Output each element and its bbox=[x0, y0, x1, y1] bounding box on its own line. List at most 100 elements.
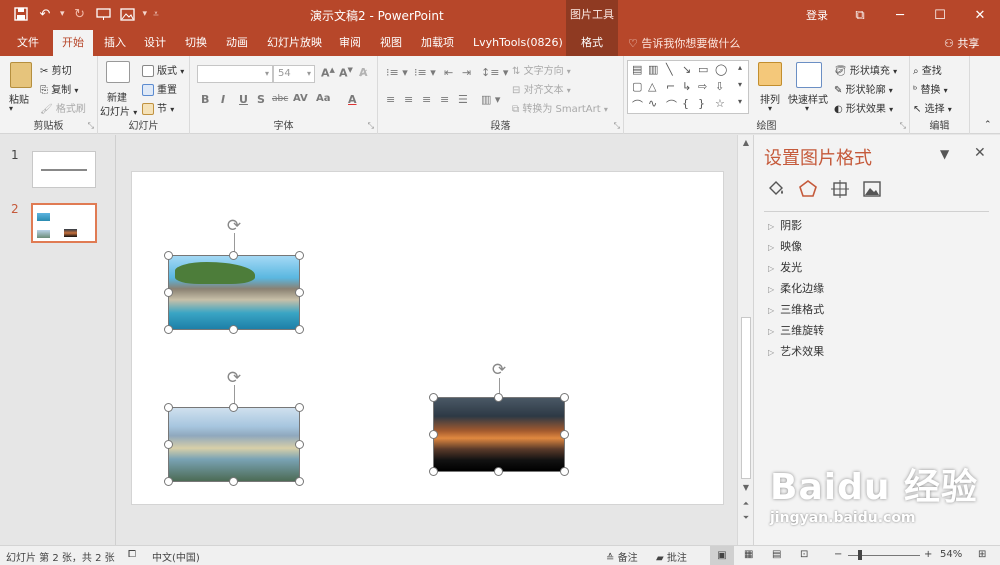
curve-shape-icon[interactable]: ⌒ bbox=[666, 97, 677, 113]
convert-smartart-button[interactable]: ⧉ 转换为 SmartArt ▾ bbox=[512, 100, 608, 115]
left-brace-shape-icon[interactable]: { bbox=[682, 97, 689, 110]
rectangle-shape-icon[interactable]: ▭ bbox=[698, 63, 708, 76]
insert-picture-icon[interactable] bbox=[119, 5, 137, 23]
clear-formatting-icon[interactable]: A̷ bbox=[359, 66, 368, 79]
slide-1-thumbnail[interactable] bbox=[32, 151, 96, 188]
scroll-up-icon[interactable]: ▲ bbox=[738, 138, 754, 147]
resize-handle[interactable] bbox=[494, 467, 503, 476]
close-icon[interactable]: ✕ bbox=[960, 0, 1000, 30]
section-artistic-effects[interactable]: ▷ 艺术效果 bbox=[768, 343, 824, 359]
section-3d-format[interactable]: ▷ 三维格式 bbox=[768, 301, 824, 317]
justify-icon[interactable]: ≡ bbox=[440, 93, 449, 106]
rotate-handle-2[interactable]: ⟳ bbox=[224, 368, 244, 388]
new-slide-icon[interactable] bbox=[106, 61, 130, 83]
align-text-button[interactable]: ⊟ 对齐文本 ▾ bbox=[512, 81, 571, 96]
resize-handle[interactable] bbox=[560, 393, 569, 402]
spell-check-icon[interactable]: ⧠ bbox=[128, 549, 136, 560]
tab-format[interactable]: 格式 bbox=[566, 30, 618, 56]
vertical-scrollbar[interactable]: ▲ ▼ ⏶ ⏷ bbox=[737, 135, 753, 545]
grow-font-icon[interactable]: A▲ bbox=[321, 66, 335, 80]
normal-view-icon[interactable]: ▣ bbox=[710, 546, 734, 565]
decrease-indent-icon[interactable]: ⇤ bbox=[444, 66, 453, 79]
increase-indent-icon[interactable]: ⇥ bbox=[462, 66, 471, 79]
text-direction-button[interactable]: ⇅ 文字方向 ▾ bbox=[512, 62, 571, 77]
resize-handle[interactable] bbox=[295, 288, 304, 297]
slide-sorter-icon[interactable]: ▦ bbox=[744, 549, 753, 560]
minimize-icon[interactable]: ─ bbox=[880, 0, 920, 30]
shape-outline-button[interactable]: ✎ 形状轮廓 ▾ bbox=[834, 81, 893, 96]
tab-design[interactable]: 设计 bbox=[135, 30, 175, 56]
character-spacing-button[interactable]: AV bbox=[293, 93, 308, 104]
tell-me-box[interactable]: ♡ 告诉我你想要做什么 bbox=[628, 35, 740, 51]
resize-handle[interactable] bbox=[295, 251, 304, 260]
resize-handle[interactable] bbox=[164, 403, 173, 412]
underline-button[interactable]: U bbox=[239, 93, 248, 106]
fill-line-icon[interactable] bbox=[766, 179, 786, 199]
change-case-button[interactable]: Aa bbox=[316, 93, 331, 104]
font-name-box[interactable]: ▾ bbox=[197, 65, 273, 83]
reading-view-icon[interactable]: ▤ bbox=[772, 549, 781, 560]
zoom-slider-knob[interactable] bbox=[858, 550, 862, 560]
bullets-icon[interactable]: ⁝≡ ▾ bbox=[386, 66, 408, 79]
notes-button[interactable]: ≙ 备注 bbox=[606, 549, 638, 564]
tab-file[interactable]: 文件 bbox=[8, 30, 48, 56]
freeform-shape-icon[interactable]: ⌒ bbox=[632, 97, 643, 113]
gallery-expand-icon[interactable]: ▾ bbox=[738, 97, 742, 106]
paragraph-launcher-icon[interactable]: ⤡ bbox=[614, 121, 620, 131]
clipboard-launcher-icon[interactable]: ⤡ bbox=[88, 121, 94, 131]
format-painter-button[interactable]: 🖌︎ 格式刷 bbox=[40, 100, 86, 115]
section-reflection[interactable]: ▷ 映像 bbox=[768, 238, 802, 254]
strikethrough-button[interactable]: abc bbox=[272, 94, 288, 104]
section-button[interactable]: 节 ▾ bbox=[142, 100, 174, 115]
resize-handle[interactable] bbox=[295, 403, 304, 412]
resize-handle[interactable] bbox=[164, 251, 173, 260]
undo-icon[interactable]: ↶ bbox=[36, 5, 54, 23]
shape-effects-button[interactable]: ◐ 形状效果 ▾ bbox=[834, 100, 893, 115]
collapse-ribbon-icon[interactable]: ⌃ bbox=[984, 120, 992, 130]
italic-button[interactable]: I bbox=[221, 93, 225, 106]
new-slide-button[interactable]: 新建 bbox=[107, 89, 127, 104]
quick-styles-icon[interactable] bbox=[796, 62, 822, 88]
next-slide-icon[interactable]: ⏷ bbox=[738, 513, 754, 523]
resize-handle[interactable] bbox=[164, 440, 173, 449]
ribbon-display-options-icon[interactable]: ⧉ bbox=[840, 0, 880, 30]
scrollbar-thumb[interactable] bbox=[741, 317, 751, 479]
section-soft-edges[interactable]: ▷ 柔化边缘 bbox=[768, 280, 824, 296]
resize-handle[interactable] bbox=[429, 430, 438, 439]
arrange-icon[interactable] bbox=[758, 62, 782, 86]
previous-slide-icon[interactable]: ⏶ bbox=[738, 499, 754, 509]
rotate-handle-3[interactable]: ⟳ bbox=[489, 360, 509, 380]
resize-handle[interactable] bbox=[295, 325, 304, 334]
tab-insert[interactable]: 插入 bbox=[95, 30, 135, 56]
vertical-text-box-shape-icon[interactable]: ▥ bbox=[648, 63, 658, 76]
slideshow-from-start-icon[interactable] bbox=[95, 5, 113, 23]
right-brace-shape-icon[interactable]: } bbox=[698, 97, 705, 110]
reset-button[interactable]: 重置 bbox=[142, 81, 177, 96]
oval-shape-icon[interactable]: ◯ bbox=[715, 63, 727, 76]
slideshow-view-icon[interactable]: ⊡ bbox=[800, 549, 808, 560]
zoom-level[interactable]: 54% bbox=[940, 549, 962, 560]
rounded-rectangle-shape-icon[interactable]: ▢ bbox=[632, 80, 642, 93]
new-slide-button-label[interactable]: 幻灯片 ▾ bbox=[100, 103, 137, 118]
font-color-button[interactable]: A bbox=[348, 93, 357, 106]
picture-options-icon[interactable] bbox=[862, 179, 882, 199]
resize-handle[interactable] bbox=[164, 288, 173, 297]
resize-handle[interactable] bbox=[229, 403, 238, 412]
tab-slideshow[interactable]: 幻灯片放映 bbox=[258, 30, 331, 56]
resize-handle[interactable] bbox=[494, 393, 503, 402]
scribble-shape-icon[interactable]: ∿ bbox=[648, 97, 657, 110]
tab-home[interactable]: 开始 bbox=[53, 30, 93, 56]
slide-canvas[interactable]: ⟳ ⟳ ⟳ bbox=[131, 171, 724, 505]
resize-handle[interactable] bbox=[429, 467, 438, 476]
paste-icon[interactable] bbox=[10, 62, 32, 88]
shrink-font-icon[interactable]: A▼ bbox=[339, 66, 353, 80]
resize-handle[interactable] bbox=[295, 477, 304, 486]
drawing-launcher-icon[interactable]: ⤡ bbox=[900, 121, 906, 131]
bold-button[interactable]: B bbox=[201, 93, 209, 106]
redo-icon[interactable]: ↻ bbox=[71, 5, 89, 23]
resize-handle[interactable] bbox=[229, 325, 238, 334]
shapes-gallery[interactable]: ▤ ▥ ╲ ↘ ▭ ◯ ▢ △ ⌐ ↳ ⇨ ⇩ ⌒ ∿ ⌒ { } ☆ ▴ ▾ … bbox=[627, 60, 749, 114]
picture-mountain-lake[interactable] bbox=[168, 407, 300, 482]
gallery-scroll-down-icon[interactable]: ▾ bbox=[738, 80, 742, 89]
zoom-out-icon[interactable]: − bbox=[834, 549, 842, 560]
